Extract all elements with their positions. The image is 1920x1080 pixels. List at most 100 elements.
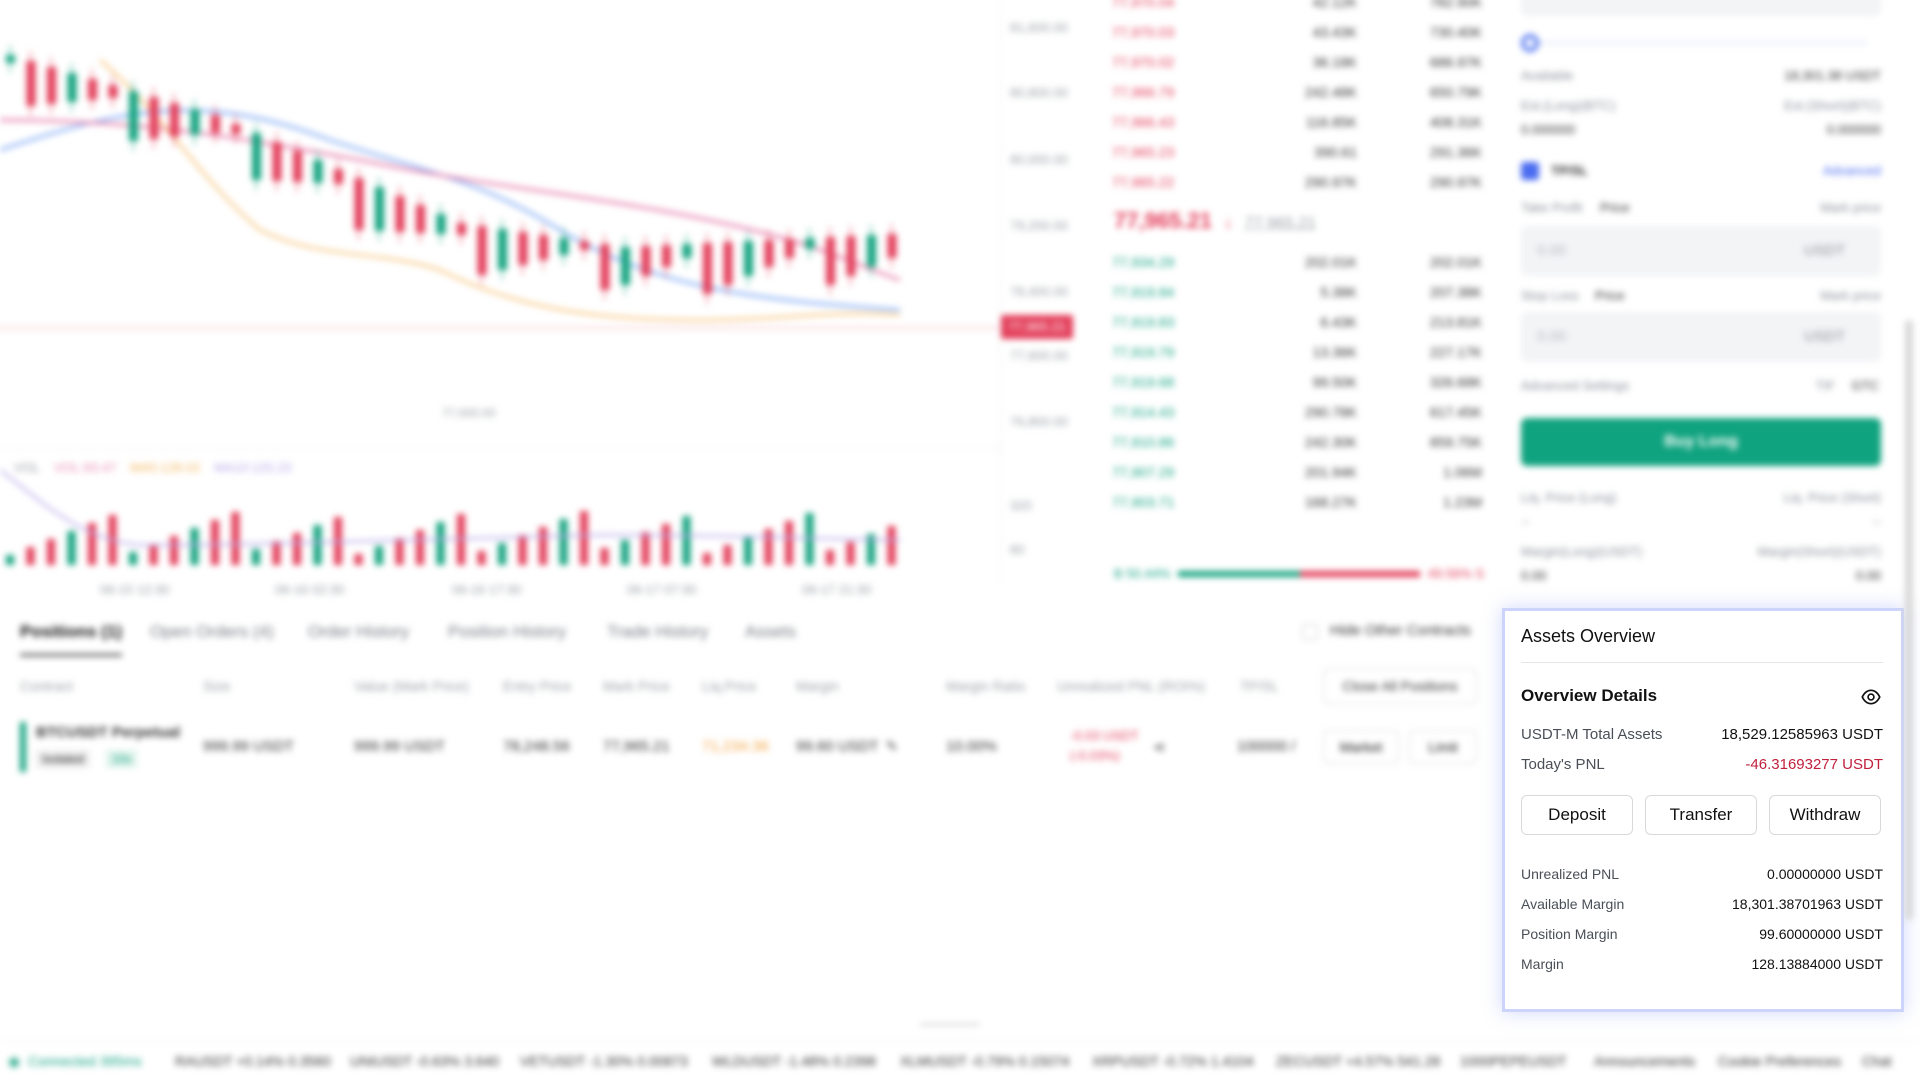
take-profit-price-select[interactable]: Price	[1600, 200, 1630, 215]
price-axis-label: 78,400.00	[1010, 284, 1068, 299]
position-value: 999.99 USDT	[354, 738, 445, 755]
close-all-positions-button[interactable]: Close All Positions	[1323, 668, 1477, 704]
candle-body	[703, 243, 712, 294]
margin-value: 128.13884000 USDT	[1751, 956, 1883, 972]
resize-handle[interactable]	[920, 1023, 980, 1026]
overview-details-title: Overview Details	[1521, 686, 1658, 705]
margin-row: Margin 128.13884000 USDT	[1521, 956, 1883, 972]
announcements-link[interactable]: Announcements	[1594, 1053, 1695, 1069]
ticker-item[interactable]: 1000PEPEUSDT	[1460, 1053, 1567, 1069]
bid-row[interactable]: 77,919.79 13.36K 227.17K	[1112, 344, 1482, 368]
ticker-item[interactable]: XLMUSDT -0.79% 0.15074	[900, 1053, 1069, 1069]
ticker-item[interactable]: WLDUSDT -1.48% 0.2398	[712, 1053, 876, 1069]
est-long-label: Est.(Long)(BTC)	[1521, 98, 1616, 113]
bid-price: 77,934.29	[1112, 254, 1175, 270]
position-contract[interactable]: BTCUSDT Perpetual	[36, 724, 180, 741]
price-chart[interactable]: 81,600.00 80,800.00 80,000.00 79,200.00 …	[0, 0, 1100, 610]
tpsl-checkbox[interactable]	[1521, 162, 1539, 180]
share-icon[interactable]: ⋖	[1153, 738, 1166, 756]
tab-open-orders[interactable]: Open Orders (4)	[150, 622, 274, 642]
take-profit-mark-price-select[interactable]: Mark price	[1820, 200, 1881, 215]
ask-row[interactable]: 77,970.04 42.12K 782.90K	[1112, 0, 1482, 18]
candle-body	[641, 246, 651, 276]
tab-assets-overview[interactable]: Assets Overview	[1521, 626, 1655, 647]
ask-row[interactable]: 77,965.23 390.61 291.36K	[1112, 144, 1482, 168]
cookie-preferences-link[interactable]: Cookie Preferences	[1718, 1053, 1841, 1069]
bid-row[interactable]: 77,903.71 168.27K 1.23M	[1112, 494, 1482, 518]
ticker-item[interactable]: ZECUSDT +4.57% 541.28	[1276, 1053, 1440, 1069]
chat-link[interactable]: Chat	[1862, 1053, 1892, 1069]
volume-bar	[682, 516, 691, 565]
time-axis-label: 06-16 02:30	[275, 582, 345, 597]
withdraw-button[interactable]: Withdraw	[1769, 795, 1881, 835]
tab-positions[interactable]: Positions (1)	[20, 622, 123, 656]
tab-position-history[interactable]: Position History	[448, 622, 566, 642]
ask-row[interactable]: 77,966.79 242.48K 650.79K	[1112, 84, 1482, 108]
tab-assets[interactable]: Assets	[745, 622, 796, 642]
bid-row[interactable]: 77,919.68 99.50K 326.68K	[1112, 374, 1482, 398]
deposit-button[interactable]: Deposit	[1521, 795, 1633, 835]
bid-row[interactable]: 77,919.84 5.38K 207.38K	[1112, 284, 1482, 308]
mark-price[interactable]: 77,965.21	[1245, 215, 1316, 233]
bid-row[interactable]: 77,919.83 6.43K 213.81K	[1112, 314, 1482, 338]
size-slider[interactable]	[1527, 42, 1867, 44]
edit-margin-icon[interactable]: ✎	[886, 738, 898, 755]
hide-other-contracts-label[interactable]: Hide Other Contracts	[1330, 622, 1471, 639]
ticker-item[interactable]: VETUSDT -1.30% 0.00873	[520, 1053, 688, 1069]
position-leverage-badge[interactable]: 10x	[106, 750, 138, 768]
volume-bar	[272, 541, 281, 565]
ask-amount: 43.43K	[1312, 24, 1357, 40]
advanced-link[interactable]: Advanced	[1823, 163, 1881, 178]
take-profit-label: Take Profit	[1521, 200, 1583, 215]
volume-bar	[641, 532, 650, 565]
size-input[interactable]	[1521, 0, 1881, 16]
close-market-button[interactable]: Market	[1323, 730, 1399, 764]
footer-ticker-bar: ◉ Connected 395ms RAUSDT +0.14% 0.3560 U…	[0, 1040, 1920, 1080]
position-size: 999.99 USDT	[203, 738, 294, 755]
bid-row[interactable]: 77,934.29 202.01K 202.01K	[1112, 254, 1482, 278]
slider-handle[interactable]	[1521, 34, 1539, 52]
ask-row[interactable]: 77,965.22 290.97K 290.97K	[1112, 174, 1482, 198]
transfer-button[interactable]: Transfer	[1645, 795, 1757, 835]
bid-row[interactable]: 77,910.86 242.30K 859.75K	[1112, 434, 1482, 458]
est-short-value: 0.000000	[1826, 122, 1881, 137]
bid-amount: 5.38K	[1320, 284, 1357, 300]
liq-short-label: Liq. Price (Short)	[1783, 490, 1881, 505]
ask-amount: 42.12K	[1312, 0, 1357, 10]
take-profit-input[interactable]: 0.00 USDT	[1521, 226, 1881, 276]
buy-long-button[interactable]: Buy Long	[1521, 418, 1881, 466]
stop-loss-price-select[interactable]: Price	[1595, 288, 1625, 303]
volume-bar	[785, 521, 793, 565]
last-price: 77,965.21	[1114, 208, 1212, 233]
close-limit-button[interactable]: Limit	[1409, 730, 1477, 764]
ticker-item[interactable]: UNIUSDT -0.63% 3.640	[350, 1053, 499, 1069]
ticker-item[interactable]: RAUSDT +0.14% 0.3560	[175, 1053, 331, 1069]
stop-loss-mark-price-select[interactable]: Mark price	[1820, 288, 1881, 303]
advanced-settings-label[interactable]: Advanced Settings	[1521, 378, 1629, 393]
volume-bar	[887, 526, 896, 565]
hide-other-checkbox[interactable]	[1302, 624, 1318, 640]
page-scrollbar[interactable]	[1905, 320, 1913, 920]
bid-row[interactable]: 77,914.43 290.78K 617.45K	[1112, 404, 1482, 428]
candle-body	[272, 142, 282, 181]
unrealized-pnl-value: 0.00000000 USDT	[1767, 866, 1883, 882]
tab-trade-history[interactable]: Trade History	[607, 622, 708, 642]
candle-body	[108, 85, 118, 98]
todays-pnl-value: -46.31693277 USDT	[1745, 756, 1883, 773]
time-axis-label: 06-17 07:30	[627, 582, 697, 597]
tab-order-history[interactable]: Order History	[308, 622, 409, 642]
vol-label: VOL	[14, 460, 41, 475]
ask-row[interactable]: 77,970.03 43.43K 730.40K	[1112, 24, 1482, 48]
ticker-item[interactable]: XRPUSDT -0.72% 1.4104	[1092, 1053, 1254, 1069]
candle-body	[26, 61, 36, 106]
stop-loss-input[interactable]: 0.00 USDT	[1521, 312, 1881, 362]
ask-row[interactable]: 77,966.43 116.85K 408.31K	[1112, 114, 1482, 138]
volume-axis-label: 320	[1010, 498, 1032, 513]
ask-amount: 116.85K	[1305, 114, 1357, 130]
ma5-value: MA5:128.02	[130, 460, 201, 475]
bid-row[interactable]: 77,907.29 201.94K 1.06M	[1112, 464, 1482, 488]
tif-select[interactable]: GTC	[1852, 378, 1879, 393]
position-tpsl[interactable]: 100000 /	[1237, 738, 1295, 755]
eye-icon[interactable]	[1861, 687, 1881, 707]
ask-row[interactable]: 77,970.02 36.18K 686.97K	[1112, 54, 1482, 78]
